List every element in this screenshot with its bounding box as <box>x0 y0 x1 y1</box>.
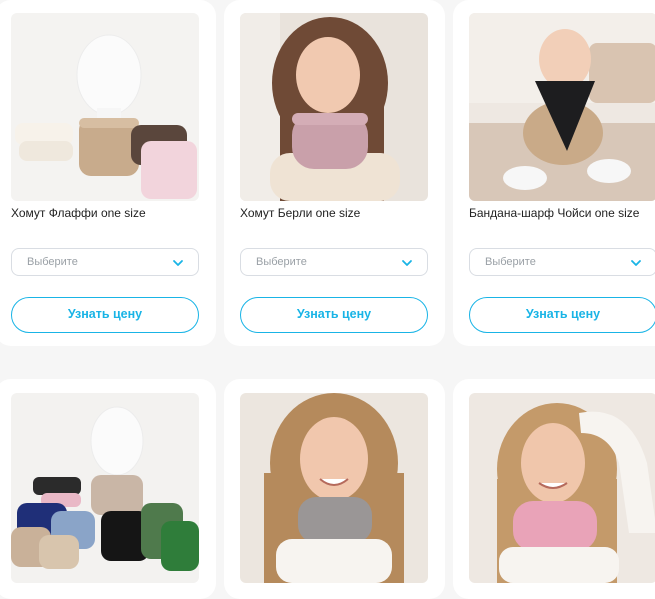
chevron-down-icon <box>631 260 641 266</box>
product-image-grey-snood-woman[interactable] <box>240 393 428 583</box>
chevron-down-icon <box>173 260 183 266</box>
size-select[interactable]: Выберите <box>11 248 199 276</box>
product-card <box>224 379 445 599</box>
chevron-down-icon <box>402 260 412 266</box>
product-card <box>453 379 655 599</box>
product-card: Бандана-шарф Чойси one size Выберите Узн… <box>453 0 655 346</box>
size-select[interactable]: Выберите <box>240 248 428 276</box>
product-image-snood-set[interactable] <box>11 393 199 583</box>
product-image-choicy-bandana[interactable] <box>469 13 655 201</box>
select-placeholder: Выберите <box>485 256 536 268</box>
get-price-button[interactable]: Узнать цену <box>11 297 199 333</box>
product-card <box>0 379 216 599</box>
product-title[interactable]: Хомут Флаффи one size <box>11 206 146 220</box>
product-title[interactable]: Хомут Берли one size <box>240 206 360 220</box>
product-image-pink-snood-woman[interactable] <box>469 393 655 583</box>
product-title[interactable]: Бандана-шарф Чойси one size <box>469 206 639 220</box>
product-card: Хомут Берли one size Выберите Узнать цен… <box>224 0 445 346</box>
product-image-berly-snood[interactable] <box>240 13 428 201</box>
get-price-button[interactable]: Узнать цену <box>469 297 655 333</box>
select-placeholder: Выберите <box>27 256 78 268</box>
get-price-button[interactable]: Узнать цену <box>240 297 428 333</box>
product-image-fluffy-snood[interactable] <box>11 13 199 201</box>
size-select[interactable]: Выберите <box>469 248 655 276</box>
product-card: Хомут Флаффи one size Выберите Узнать це… <box>0 0 216 346</box>
select-placeholder: Выберите <box>256 256 307 268</box>
